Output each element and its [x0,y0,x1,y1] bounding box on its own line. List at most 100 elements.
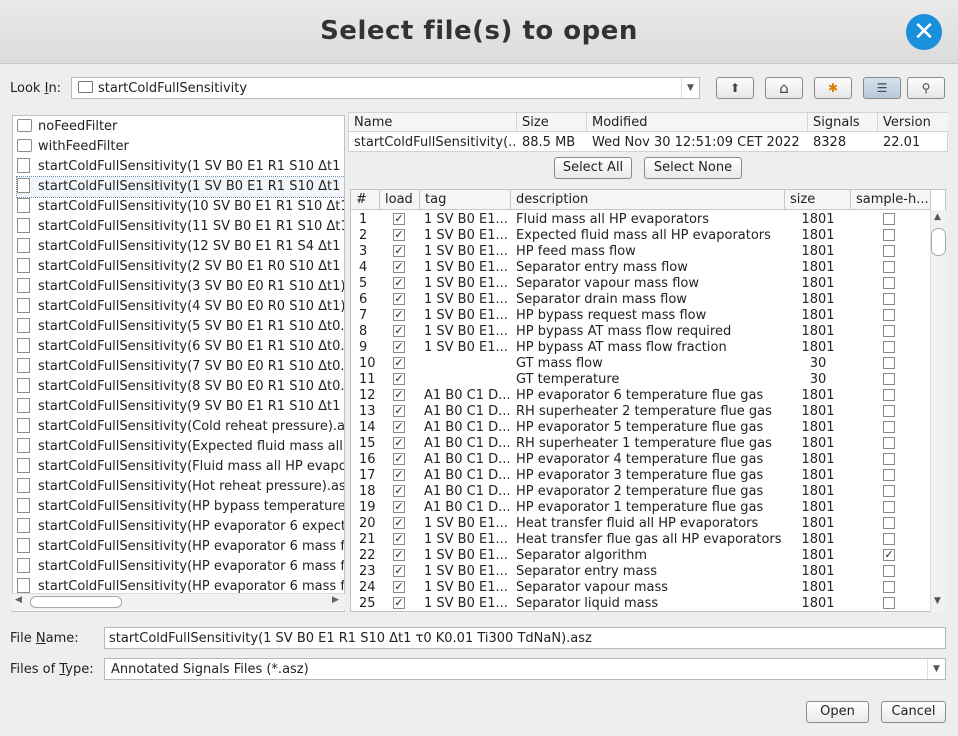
file-item[interactable]: startColdFullSensitivity(9 SV B0 E1 R1 S… [17,397,344,417]
table-row[interactable]: 14 ✓ A1 B0 C1 D... HP evaporator 5 temperat… [351,420,931,436]
load-checkbox[interactable]: ✓ [393,228,405,241]
table-row[interactable]: 17 ✓ A1 B0 C1 D... HP evaporator 3 temperat… [351,468,931,484]
close-icon[interactable]: ✕ [906,14,942,50]
file-item[interactable]: startColdFullSensitivity(HP evaporator 6… [17,537,344,557]
sample-hold-checkbox[interactable]: ✓ [883,548,895,561]
file-item[interactable]: startColdFullSensitivity(12 SV B0 E1 R1 … [17,237,344,257]
file-item[interactable]: startColdFullSensitivity(6 SV B0 E1 R1 S… [17,337,344,357]
table-row[interactable]: 12 ✓ A1 B0 C1 D... HP evaporator 6 temperat… [351,388,931,404]
load-checkbox[interactable]: ✓ [393,340,405,353]
load-checkbox[interactable]: ✓ [393,580,405,593]
sample-hold-checkbox[interactable] [883,356,895,369]
load-checkbox[interactable]: ✓ [393,276,405,289]
info-header-size[interactable]: Size [517,113,587,132]
table-row[interactable]: 22 ✓ 1 SV B0 E1... Separator algorithm 1801 ✓ [351,548,931,564]
table-row[interactable]: 16 ✓ A1 B0 C1 D... HP evaporator 4 temperat… [351,452,931,468]
select-all-button[interactable]: Select All [554,157,632,179]
table-row[interactable]: 24 ✓ 1 SV B0 E1... Separator vapour mass 180… [351,580,931,596]
sample-hold-checkbox[interactable] [883,308,895,321]
sample-hold-checkbox[interactable] [883,580,895,593]
scroll-up-icon[interactable]: ▲ [934,212,941,222]
table-row[interactable]: 20 ✓ 1 SV B0 E1... Heat transfer fluid all … [351,516,931,532]
table-row[interactable]: 15 ✓ A1 B0 C1 D... RH superheater 1 tempera… [351,436,931,452]
load-checkbox[interactable]: ✓ [393,468,405,481]
folder-item[interactable]: withFeedFilter [17,137,344,157]
info-header-modified[interactable]: Modified [587,113,808,132]
load-checkbox[interactable]: ✓ [393,212,405,225]
col-header-load[interactable]: load [380,190,420,210]
sample-hold-checkbox[interactable] [883,292,895,305]
table-row[interactable]: 2 ✓ 1 SV B0 E1... Expected fluid mass all H… [351,228,931,244]
table-row[interactable]: 25 ✓ 1 SV B0 E1... Separator liquid mass 180… [351,596,931,611]
file-type-combo[interactable]: Annotated Signals Files (*.asz) ▼ [104,658,946,680]
new-folder-button[interactable]: ✱ [814,77,852,99]
load-checkbox[interactable]: ✓ [393,516,405,529]
col-header-description[interactable]: description [511,190,785,210]
scroll-thumb[interactable] [30,596,122,608]
col-header-number[interactable]: # [351,190,380,210]
table-row[interactable]: 1 ✓ 1 SV B0 E1... Fluid mass all HP evapora… [351,212,931,228]
load-checkbox[interactable]: ✓ [393,500,405,513]
table-row[interactable]: 19 ✓ A1 B0 C1 D... HP evaporator 1 temperat… [351,500,931,516]
file-item[interactable]: startColdFullSensitivity(1 SV B0 E1 R1 S… [17,157,344,177]
load-checkbox[interactable]: ✓ [393,292,405,305]
table-row[interactable]: 18 ✓ A1 B0 C1 D... HP evaporator 2 temperat… [351,484,931,500]
sample-hold-checkbox[interactable] [883,420,895,433]
file-item[interactable]: startColdFullSensitivity(HP evaporator 6… [17,557,344,577]
load-checkbox[interactable]: ✓ [393,532,405,545]
sample-hold-checkbox[interactable] [883,388,895,401]
sample-hold-checkbox[interactable] [883,436,895,449]
table-row[interactable]: 13 ✓ A1 B0 C1 D... RH superheater 2 tempera… [351,404,931,420]
file-item[interactable]: startColdFullSensitivity(10 SV B0 E1 R1 … [17,197,344,217]
table-row[interactable]: 23 ✓ 1 SV B0 E1... Separator entry mass 1801 [351,564,931,580]
vertical-scroll-thumb[interactable] [931,228,946,256]
folder-item[interactable]: noFeedFilter [17,117,344,137]
scroll-left-icon[interactable]: ◀ [15,595,22,605]
load-checkbox[interactable]: ✓ [393,308,405,321]
horizontal-scrollbar[interactable]: ◀ ▶ [12,593,345,610]
scroll-right-icon[interactable]: ▶ [332,595,339,605]
table-row[interactable]: 10 ✓ GT mass flow 30 [351,356,931,372]
file-item[interactable]: startColdFullSensitivity(2 SV B0 E1 R0 S… [17,257,344,277]
cancel-button[interactable]: Cancel [881,701,946,723]
file-item[interactable]: startColdFullSensitivity(Hot reheat pres… [17,477,344,497]
signals-table[interactable]: # load tag description size sample-h... … [350,189,946,612]
select-none-button[interactable]: Select None [644,157,742,179]
table-row[interactable]: 7 ✓ 1 SV B0 E1... HP bypass request mass fl… [351,308,931,324]
load-checkbox[interactable]: ✓ [393,420,405,433]
file-item[interactable]: startColdFullSensitivity(Fluid mass all … [17,457,344,477]
sample-hold-checkbox[interactable] [883,228,895,241]
sample-hold-checkbox[interactable] [883,468,895,481]
details-view-button[interactable]: ⚲ [907,77,945,99]
file-name-input[interactable]: startColdFullSensitivity(1 SV B0 E1 R1 S… [104,627,946,649]
file-item[interactable]: startColdFullSensitivity(7 SV B0 E0 R1 S… [17,357,344,377]
table-row[interactable]: 9 ✓ 1 SV B0 E1... HP bypass AT mass flow fr… [351,340,931,356]
load-checkbox[interactable]: ✓ [393,564,405,577]
sample-hold-checkbox[interactable] [883,564,895,577]
load-checkbox[interactable]: ✓ [393,388,405,401]
load-checkbox[interactable]: ✓ [393,260,405,273]
load-checkbox[interactable]: ✓ [393,244,405,257]
load-checkbox[interactable]: ✓ [393,548,405,561]
table-row[interactable]: 3 ✓ 1 SV B0 E1... HP feed mass flow 1801 [351,244,931,260]
sample-hold-checkbox[interactable] [883,404,895,417]
sample-hold-checkbox[interactable] [883,596,895,609]
table-row[interactable]: 8 ✓ 1 SV B0 E1... HP bypass AT mass flow re… [351,324,931,340]
col-header-size[interactable]: size [785,190,851,210]
file-item[interactable]: startColdFullSensitivity(8 SV B0 E0 R1 S… [17,377,344,397]
load-checkbox[interactable]: ✓ [393,404,405,417]
sample-hold-checkbox[interactable] [883,372,895,385]
file-item[interactable]: startColdFullSensitivity(11 SV B0 E1 R1 … [17,217,344,237]
table-row[interactable]: 5 ✓ 1 SV B0 E1... Separator vapour mass flo… [351,276,931,292]
load-checkbox[interactable]: ✓ [393,324,405,337]
load-checkbox[interactable]: ✓ [393,452,405,465]
sample-hold-checkbox[interactable] [883,452,895,465]
sample-hold-checkbox[interactable] [883,244,895,257]
sample-hold-checkbox[interactable] [883,500,895,513]
sample-hold-checkbox[interactable] [883,532,895,545]
file-item[interactable]: startColdFullSensitivity(4 SV B0 E0 R0 S… [17,297,344,317]
file-item[interactable]: startColdFullSensitivity(Expected fluid … [17,437,344,457]
file-item[interactable]: startColdFullSensitivity(1 SV B0 E1 R1 S… [16,176,344,198]
sample-hold-checkbox[interactable] [883,484,895,497]
load-checkbox[interactable]: ✓ [393,484,405,497]
